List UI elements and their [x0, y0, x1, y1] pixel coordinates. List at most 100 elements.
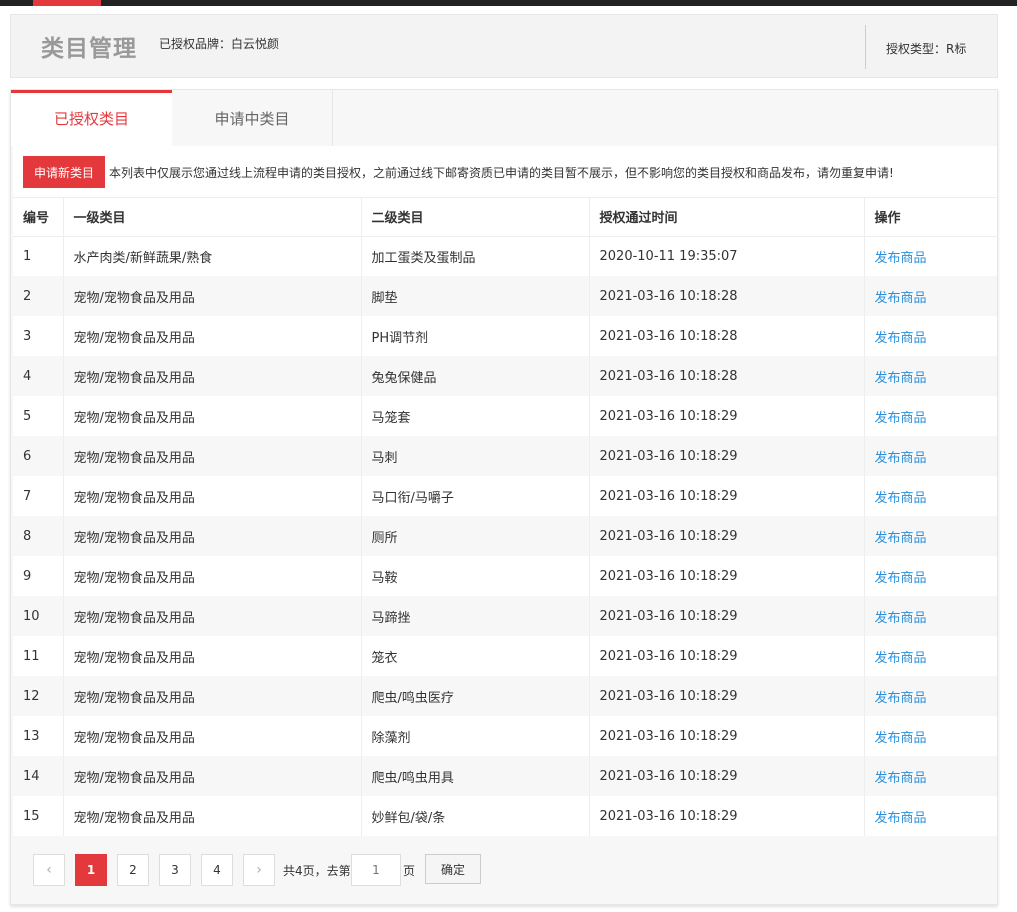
publish-product-link[interactable]: 发布商品: [875, 291, 927, 306]
table-row: 9 宠物/宠物食品及用品 马鞍 2021-03-16 10:18:29 发布商品: [13, 556, 997, 596]
publish-product-link[interactable]: 发布商品: [875, 531, 927, 546]
cell-level2-category: 笼衣: [361, 636, 590, 676]
cell-level1-category: 宠物/宠物食品及用品: [63, 676, 362, 716]
cell-id: 13: [13, 716, 64, 756]
publish-product-link[interactable]: 发布商品: [875, 491, 927, 506]
cell-id: 2: [13, 276, 64, 316]
top-bar-accent: [33, 0, 101, 6]
tab-authorized-categories[interactable]: 已授权类目: [11, 90, 172, 146]
cell-id: 9: [13, 556, 64, 596]
table-header-row: 编号 一级类目 二级类目 授权通过时间 操作: [13, 198, 997, 237]
cell-action: 发布商品: [864, 316, 997, 356]
table-row: 5 宠物/宠物食品及用品 马笼套 2021-03-16 10:18:29 发布商品: [13, 396, 997, 436]
confirm-goto-button[interactable]: 确定: [425, 854, 481, 884]
cell-level1-category: 宠物/宠物食品及用品: [63, 436, 362, 476]
table-row: 6 宠物/宠物食品及用品 马刺 2021-03-16 10:18:29 发布商品: [13, 436, 997, 476]
table-row: 2 宠物/宠物食品及用品 脚垫 2021-03-16 10:18:28 发布商品: [13, 276, 997, 316]
table-row: 13 宠物/宠物食品及用品 除藻剂 2021-03-16 10:18:29 发布商品: [13, 716, 997, 756]
cell-level1-category: 宠物/宠物食品及用品: [63, 396, 362, 436]
cell-level2-category: 脚垫: [361, 276, 590, 316]
table-row: 14 宠物/宠物食品及用品 爬虫/鸣虫用具 2021-03-16 10:18:29 发布…: [13, 756, 997, 796]
cell-action: 发布商品: [864, 356, 997, 396]
publish-product-link[interactable]: 发布商品: [875, 611, 927, 626]
column-header-time: 授权通过时间: [589, 198, 865, 237]
notice-text: 本列表中仅展示您通过线上流程申请的类目授权，之前通过线下邮寄资质已申请的类目暂不…: [109, 166, 894, 180]
page-button-4[interactable]: 4: [201, 854, 233, 886]
publish-product-link[interactable]: 发布商品: [875, 811, 927, 826]
cell-approval-time: 2021-03-16 10:18:29: [589, 676, 865, 716]
page-button-1[interactable]: 1: [75, 854, 107, 886]
goto-page-input[interactable]: [351, 854, 401, 886]
chevron-left-icon: ‹: [46, 862, 52, 878]
cell-id: 8: [13, 516, 64, 556]
cell-id: 15: [13, 796, 64, 836]
top-bar: [0, 0, 1017, 6]
cell-approval-time: 2020-10-11 19:35:07: [589, 236, 865, 276]
publish-product-link[interactable]: 发布商品: [875, 771, 927, 786]
apply-new-category-button[interactable]: 申请新类目: [23, 156, 105, 188]
cell-level2-category: 除藻剂: [361, 716, 590, 756]
publish-product-link[interactable]: 发布商品: [875, 251, 927, 266]
publish-product-link[interactable]: 发布商品: [875, 331, 927, 346]
cell-level2-category: 爬虫/鸣虫用具: [361, 756, 590, 796]
column-header-id: 编号: [13, 198, 64, 237]
cell-level1-category: 宠物/宠物食品及用品: [63, 636, 362, 676]
cell-level1-category: 宠物/宠物食品及用品: [63, 476, 362, 516]
cell-level2-category: 马笼套: [361, 396, 590, 436]
table-row: 12 宠物/宠物食品及用品 爬虫/鸣虫医疗 2021-03-16 10:18:29 发布…: [13, 676, 997, 716]
cell-id: 6: [13, 436, 64, 476]
cell-id: 12: [13, 676, 64, 716]
page-button-2[interactable]: 2: [117, 854, 149, 886]
prev-page-button[interactable]: ‹: [33, 854, 65, 886]
cell-action: 发布商品: [864, 596, 997, 636]
notice-bar: 申请新类目 本列表中仅展示您通过线上流程申请的类目授权，之前通过线下邮寄资质已申…: [13, 146, 997, 198]
publish-product-link[interactable]: 发布商品: [875, 691, 927, 706]
cell-level1-category: 宠物/宠物食品及用品: [63, 596, 362, 636]
cell-level2-category: 厕所: [361, 516, 590, 556]
cell-action: 发布商品: [864, 556, 997, 596]
cell-approval-time: 2021-03-16 10:18:28: [589, 276, 865, 316]
cell-action: 发布商品: [864, 516, 997, 556]
cell-action: 发布商品: [864, 276, 997, 316]
page-suffix-text: 页: [403, 864, 416, 878]
cell-level2-category: 兔兔保健品: [361, 356, 590, 396]
cell-approval-time: 2021-03-16 10:18:29: [589, 756, 865, 796]
publish-product-link[interactable]: 发布商品: [875, 371, 927, 386]
table-body: 1 水产肉类/新鲜蔬果/熟食 加工蛋类及蛋制品 2020-10-11 19:35:07…: [13, 236, 997, 836]
cell-level2-category: 妙鲜包/袋/条: [361, 796, 590, 836]
table-row: 15 宠物/宠物食品及用品 妙鲜包/袋/条 2021-03-16 10:18:29 发布…: [13, 796, 997, 836]
cell-action: 发布商品: [864, 716, 997, 756]
page-button-3[interactable]: 3: [159, 854, 191, 886]
table-row: 8 宠物/宠物食品及用品 厕所 2021-03-16 10:18:29 发布商品: [13, 516, 997, 556]
tab-content: 申请新类目 本列表中仅展示您通过线上流程申请的类目授权，之前通过线下邮寄资质已申…: [13, 146, 997, 836]
cell-level1-category: 宠物/宠物食品及用品: [63, 516, 362, 556]
cell-id: 1: [13, 236, 64, 276]
cell-action: 发布商品: [864, 396, 997, 436]
tab-pending-categories[interactable]: 申请中类目: [172, 90, 333, 146]
next-page-button[interactable]: ›: [243, 854, 275, 886]
cell-id: 14: [13, 756, 64, 796]
cell-action: 发布商品: [864, 796, 997, 836]
cell-approval-time: 2021-03-16 10:18:28: [589, 356, 865, 396]
cell-level1-category: 宠物/宠物食品及用品: [63, 316, 362, 356]
publish-product-link[interactable]: 发布商品: [875, 651, 927, 666]
publish-product-link[interactable]: 发布商品: [875, 731, 927, 746]
cell-approval-time: 2021-03-16 10:18:29: [589, 556, 865, 596]
publish-product-link[interactable]: 发布商品: [875, 451, 927, 466]
cell-level2-category: 爬虫/鸣虫医疗: [361, 676, 590, 716]
table-row: 1 水产肉类/新鲜蔬果/熟食 加工蛋类及蛋制品 2020-10-11 19:35:07…: [13, 236, 997, 276]
cell-level2-category: PH调节剂: [361, 316, 590, 356]
cell-level1-category: 宠物/宠物食品及用品: [63, 756, 362, 796]
cell-id: 10: [13, 596, 64, 636]
publish-product-link[interactable]: 发布商品: [875, 571, 927, 586]
cell-approval-time: 2021-03-16 10:18:29: [589, 396, 865, 436]
cell-level1-category: 宠物/宠物食品及用品: [63, 276, 362, 316]
cell-approval-time: 2021-03-16 10:18:29: [589, 436, 865, 476]
cell-level2-category: 马鞍: [361, 556, 590, 596]
publish-product-link[interactable]: 发布商品: [875, 411, 927, 426]
table-row: 11 宠物/宠物食品及用品 笼衣 2021-03-16 10:18:29 发布商品: [13, 636, 997, 676]
column-header-action: 操作: [864, 198, 997, 237]
cell-action: 发布商品: [864, 756, 997, 796]
total-pages-text: 共4页，去第: [283, 864, 351, 878]
cell-approval-time: 2021-03-16 10:18:29: [589, 636, 865, 676]
